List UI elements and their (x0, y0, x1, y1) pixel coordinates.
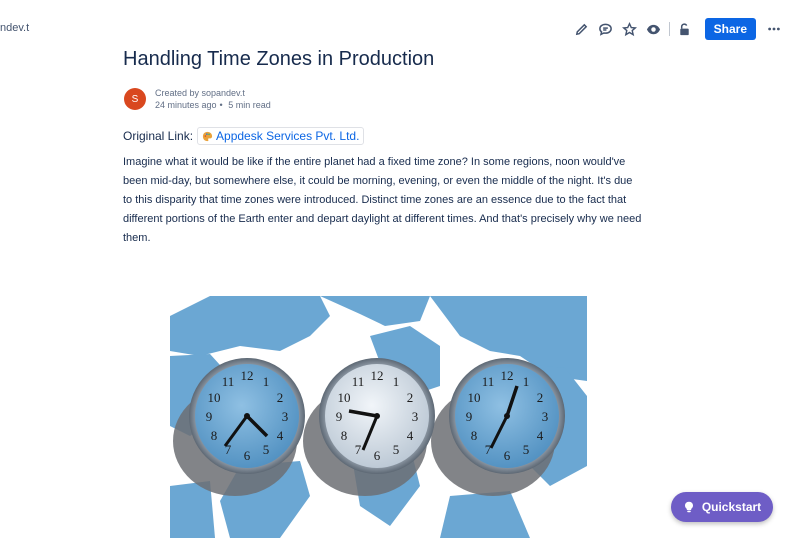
clock-number: 2 (537, 390, 544, 405)
more-icon[interactable] (766, 21, 782, 37)
clock-number: 4 (407, 428, 414, 443)
page-meta: Created by sopandev.t 24 minutes ago • 5 … (155, 87, 274, 111)
intro-paragraph: Imagine what it would be like if the ent… (123, 156, 642, 244)
clock-number: 6 (244, 448, 251, 463)
read-time: 5 min read (228, 100, 271, 110)
clock-number: 11 (482, 374, 495, 389)
original-link-text: Appdesk Services Pvt. Ltd. (216, 129, 360, 143)
share-button[interactable]: Share (704, 18, 756, 40)
clock-number: 8 (341, 428, 348, 443)
clock-number: 5 (263, 442, 270, 457)
original-link-label: Original Link: (123, 129, 194, 143)
page-toolbar: Share (570, 18, 782, 40)
page-title: Handling Time Zones in Production (123, 48, 435, 70)
watch-icon[interactable] (646, 21, 662, 37)
clock-number: 8 (211, 428, 218, 443)
clock-number: 6 (504, 448, 511, 463)
clock-number: 4 (537, 428, 544, 443)
original-link-chip[interactable]: Appdesk Services Pvt. Ltd. (197, 127, 365, 145)
clock-number: 9 (336, 409, 343, 424)
meta-row: 24 minutes ago • 5 min read (155, 99, 274, 111)
world-clocks-image: 12 1 2 3 4 5 6 7 8 9 10 11 12 1 2 3 4 5 … (170, 296, 587, 538)
lightbulb-icon (684, 501, 693, 513)
clock-number: 12 (241, 368, 254, 383)
clock-number: 9 (466, 409, 473, 424)
clock-number: 9 (206, 409, 213, 424)
clock-number: 2 (407, 390, 414, 405)
clock-number: 11 (352, 374, 365, 389)
clock-number: 3 (282, 409, 289, 424)
clock-number: 4 (277, 428, 284, 443)
meta-separator: • (219, 100, 223, 110)
comment-icon[interactable] (598, 21, 614, 37)
author-avatar[interactable]: S (124, 88, 146, 110)
created-by-text[interactable]: Created by sopandev.t (155, 87, 274, 99)
original-link-row: Original Link: Appdesk Services Pvt. Ltd… (123, 127, 365, 145)
clock-number: 1 (393, 374, 400, 389)
clock-number: 11 (222, 374, 235, 389)
clock-number: 1 (263, 374, 270, 389)
clock-number: 12 (501, 368, 514, 383)
palette-icon (202, 131, 213, 141)
quickstart-label: Quickstart (701, 500, 762, 514)
edit-icon[interactable] (574, 21, 590, 37)
clock-number: 10 (208, 390, 221, 405)
breadcrumb[interactable]: ndev.t (0, 22, 29, 34)
byline: S Created by sopandev.t 24 minutes ago • … (124, 87, 274, 111)
clock-number: 3 (542, 409, 549, 424)
star-icon[interactable] (622, 21, 638, 37)
time-ago: 24 minutes ago (155, 100, 217, 110)
clock-number: 5 (523, 442, 530, 457)
clock-number: 5 (393, 442, 400, 457)
clock-number: 2 (277, 390, 284, 405)
clock-number: 10 (338, 390, 351, 405)
clock-number: 7 (485, 442, 492, 457)
clock-number: 12 (371, 368, 384, 383)
clock-number: 10 (468, 390, 481, 405)
clock-number: 7 (355, 442, 362, 457)
restrictions-icon[interactable] (677, 21, 693, 37)
clock-number: 1 (523, 374, 530, 389)
quickstart-button[interactable]: Quickstart (671, 492, 773, 522)
clock-number: 8 (471, 428, 478, 443)
clock-number: 6 (374, 448, 381, 463)
toolbar-divider (668, 22, 670, 36)
clock-number: 3 (412, 409, 419, 424)
